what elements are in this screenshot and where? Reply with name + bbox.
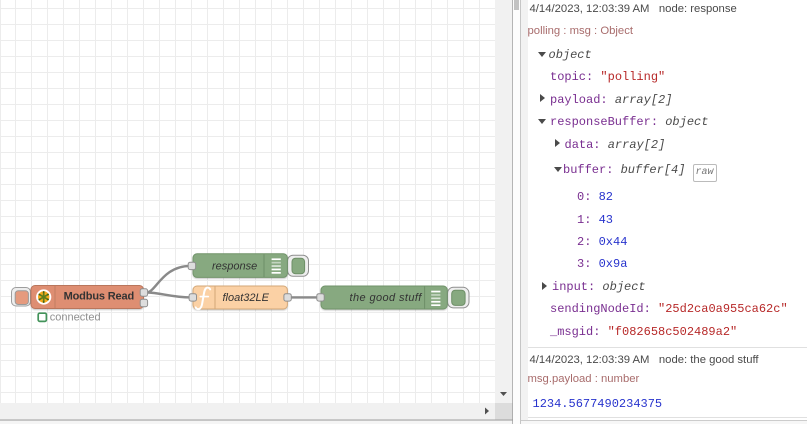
svg-text:the good stuff: the good stuff	[350, 292, 423, 304]
svg-text:float32LE: float32LE	[223, 292, 270, 304]
svg-text:Modbus Read: Modbus Read	[64, 291, 134, 303]
svg-text:response: response	[212, 261, 257, 273]
svg-text:connected: connected	[50, 312, 101, 324]
